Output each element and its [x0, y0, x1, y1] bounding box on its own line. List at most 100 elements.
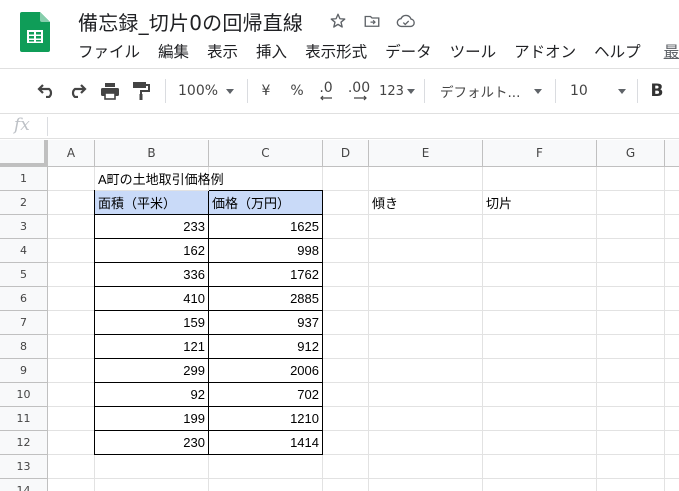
grid-cell[interactable] — [48, 239, 95, 263]
menu-edit[interactable]: 編集 — [149, 40, 198, 64]
grid-cell[interactable] — [483, 167, 597, 191]
cell-area-value[interactable]: 299 — [94, 359, 209, 383]
grid-cell[interactable] — [483, 479, 597, 491]
grid-cell[interactable] — [483, 359, 597, 383]
grid-cell[interactable] — [48, 215, 95, 239]
grid-cell[interactable] — [48, 455, 95, 479]
cell-price-value[interactable]: 2885 — [209, 287, 323, 311]
grid-cell[interactable] — [48, 191, 95, 215]
cell-price-value[interactable]: 912 — [209, 335, 323, 359]
grid-cell[interactable] — [483, 431, 597, 455]
font-family-select[interactable]: デフォルト... — [434, 69, 546, 113]
column-header-g[interactable]: G — [597, 140, 665, 167]
grid-cell[interactable] — [369, 383, 483, 407]
formula-input[interactable] — [56, 114, 676, 138]
grid-cell[interactable] — [323, 383, 369, 407]
grid-cell[interactable] — [323, 335, 369, 359]
grid-cell[interactable] — [369, 167, 483, 191]
grid-cell[interactable] — [48, 287, 95, 311]
grid-cell[interactable] — [483, 335, 597, 359]
grid-cell[interactable] — [597, 311, 665, 335]
grid-cell[interactable] — [323, 479, 369, 491]
spreadsheet-grid[interactable]: A B C D E F G 1 2 3 4 5 6 7 8 9 10 11 12 13 14 A町の土地取引価格例 面積（平… — [0, 140, 679, 491]
cell-area-value[interactable]: 336 — [94, 263, 209, 287]
cell-price-value[interactable]: 998 — [209, 239, 323, 263]
grid-cell[interactable] — [48, 311, 95, 335]
menu-format[interactable]: 表示形式 — [296, 40, 376, 64]
increase-decimal-button[interactable]: .00 — [344, 69, 374, 113]
grid-cell[interactable] — [597, 335, 665, 359]
grid-cell[interactable] — [483, 455, 597, 479]
row-header-14[interactable]: 14 — [0, 479, 48, 491]
grid-cell[interactable] — [597, 191, 665, 215]
cell-price-value[interactable]: 1762 — [209, 263, 323, 287]
menu-tools[interactable]: ツール — [441, 40, 506, 64]
grid-cell[interactable] — [483, 407, 597, 431]
grid-cell[interactable] — [323, 407, 369, 431]
row-header-10[interactable]: 10 — [0, 383, 48, 407]
paint-format-icon[interactable] — [128, 69, 154, 113]
currency-button[interactable]: ¥ — [255, 69, 277, 113]
grid-cell[interactable] — [597, 239, 665, 263]
grid-cell[interactable] — [369, 455, 483, 479]
grid-cell[interactable] — [95, 479, 209, 491]
column-header-h[interactable] — [665, 140, 679, 167]
row-header-12[interactable]: 12 — [0, 431, 48, 455]
grid-cell[interactable] — [665, 335, 679, 359]
cell-c2-price-header[interactable]: 価格（万円） — [209, 190, 323, 215]
grid-cell[interactable] — [369, 215, 483, 239]
row-header-3[interactable]: 3 — [0, 215, 48, 239]
cell-f2-intercept-label[interactable]: 切片 — [483, 191, 597, 215]
grid-cell[interactable] — [323, 287, 369, 311]
grid-cell[interactable] — [483, 383, 597, 407]
grid-cell[interactable] — [48, 479, 95, 491]
grid-cell[interactable] — [665, 167, 679, 191]
grid-cell[interactable] — [369, 335, 483, 359]
bold-button[interactable]: B — [644, 69, 670, 113]
cell-area-value[interactable]: 233 — [94, 215, 209, 239]
grid-cell[interactable] — [665, 311, 679, 335]
grid-cell[interactable] — [665, 479, 679, 491]
grid-cell[interactable] — [483, 215, 597, 239]
grid-cell[interactable] — [369, 287, 483, 311]
last-edit-link[interactable]: 最終 — [650, 40, 679, 64]
grid-cell[interactable] — [323, 431, 369, 455]
grid-cell[interactable] — [597, 455, 665, 479]
menu-help[interactable]: ヘルプ — [585, 40, 650, 64]
cell-area-value[interactable]: 162 — [94, 239, 209, 263]
grid-cell[interactable] — [665, 359, 679, 383]
grid-cell[interactable] — [483, 239, 597, 263]
grid-cell[interactable] — [48, 383, 95, 407]
cell-area-value[interactable]: 199 — [94, 407, 209, 431]
cloud-saved-icon[interactable] — [396, 11, 416, 31]
grid-cell[interactable] — [665, 263, 679, 287]
cell-area-value[interactable]: 230 — [94, 431, 209, 455]
grid-cell[interactable] — [665, 287, 679, 311]
grid-cell[interactable] — [597, 407, 665, 431]
column-header-d[interactable]: D — [323, 140, 369, 167]
grid-cell[interactable] — [369, 239, 483, 263]
grid-cell[interactable] — [95, 455, 209, 479]
select-all-corner[interactable] — [0, 140, 48, 167]
menu-view[interactable]: 表示 — [198, 40, 247, 64]
grid-cell[interactable] — [597, 383, 665, 407]
cell-price-value[interactable]: 702 — [209, 383, 323, 407]
sheets-logo-icon[interactable] — [20, 12, 50, 52]
column-header-e[interactable]: E — [369, 140, 483, 167]
menu-insert[interactable]: 挿入 — [247, 40, 296, 64]
redo-icon[interactable] — [64, 69, 90, 113]
cell-price-value[interactable]: 1625 — [209, 215, 323, 239]
row-header-9[interactable]: 9 — [0, 359, 48, 383]
row-header-2[interactable]: 2 — [0, 191, 48, 215]
row-header-13[interactable]: 13 — [0, 455, 48, 479]
grid-cell[interactable] — [597, 263, 665, 287]
grid-cell[interactable] — [369, 431, 483, 455]
document-title[interactable]: 備忘録_切片0の回帰直線 — [78, 7, 303, 36]
column-header-f[interactable]: F — [483, 140, 597, 167]
menu-file[interactable]: ファイル — [68, 40, 149, 64]
grid-cell[interactable] — [665, 383, 679, 407]
move-to-folder-icon[interactable] — [362, 11, 382, 31]
grid-cell[interactable] — [483, 311, 597, 335]
grid-cell[interactable] — [48, 359, 95, 383]
zoom-select[interactable]: 100% — [172, 69, 240, 113]
